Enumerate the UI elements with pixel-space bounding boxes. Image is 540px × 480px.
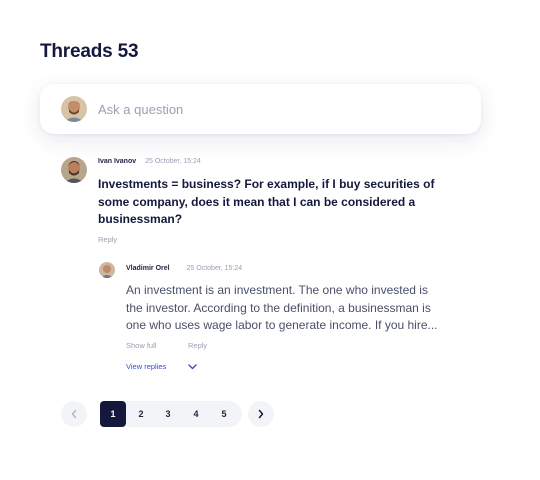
page-button-3[interactable]: 3: [155, 401, 181, 427]
page-button-5[interactable]: 5: [211, 401, 237, 427]
reply-link[interactable]: Reply: [98, 235, 117, 244]
show-full-link[interactable]: Show full: [126, 341, 156, 350]
comment-date: 25 October, 15:24: [145, 158, 201, 165]
ask-question-box: [40, 84, 481, 134]
comment-meta: Ivan Ivanov 25 October, 15:24: [98, 158, 201, 165]
reply-text-line: one who uses wage labor to generate inco…: [126, 318, 438, 332]
page-title: Threads 53: [40, 41, 139, 62]
chevron-down-icon: [188, 363, 198, 369]
pagination: 1 2 3 4 5: [100, 401, 242, 427]
page-button-2[interactable]: 2: [128, 401, 154, 427]
reply-author-name: Vladimir Orel: [126, 265, 170, 272]
reply-author-avatar: [99, 262, 115, 278]
view-replies-toggle[interactable]: View replies: [126, 362, 198, 371]
reply-text: An investment is an investment. The one …: [126, 282, 461, 335]
question-text: Investments = business? For example, if …: [98, 177, 435, 226]
view-replies-label: View replies: [126, 362, 167, 371]
author-name: Ivan Ivanov: [98, 158, 137, 165]
next-page-button[interactable]: [248, 401, 274, 427]
chevron-right-icon: [258, 409, 264, 419]
page-button-1[interactable]: 1: [100, 401, 126, 427]
reply-date: 25 October, 15:24: [186, 265, 243, 272]
reply-link[interactable]: Reply: [188, 341, 207, 350]
reply-meta: Vladimir Orel 25 October, 15:24: [126, 265, 242, 272]
ask-question-input[interactable]: [98, 98, 458, 120]
user-avatar: [61, 96, 87, 122]
author-avatar: [61, 157, 87, 183]
reply-text-line: the investor. According to the definitio…: [126, 300, 431, 315]
reply-text-line: An investment is an investment. The one …: [126, 283, 428, 297]
page-button-4[interactable]: 4: [183, 401, 209, 427]
chevron-left-icon: [71, 409, 77, 419]
prev-page-button[interactable]: [61, 401, 87, 427]
